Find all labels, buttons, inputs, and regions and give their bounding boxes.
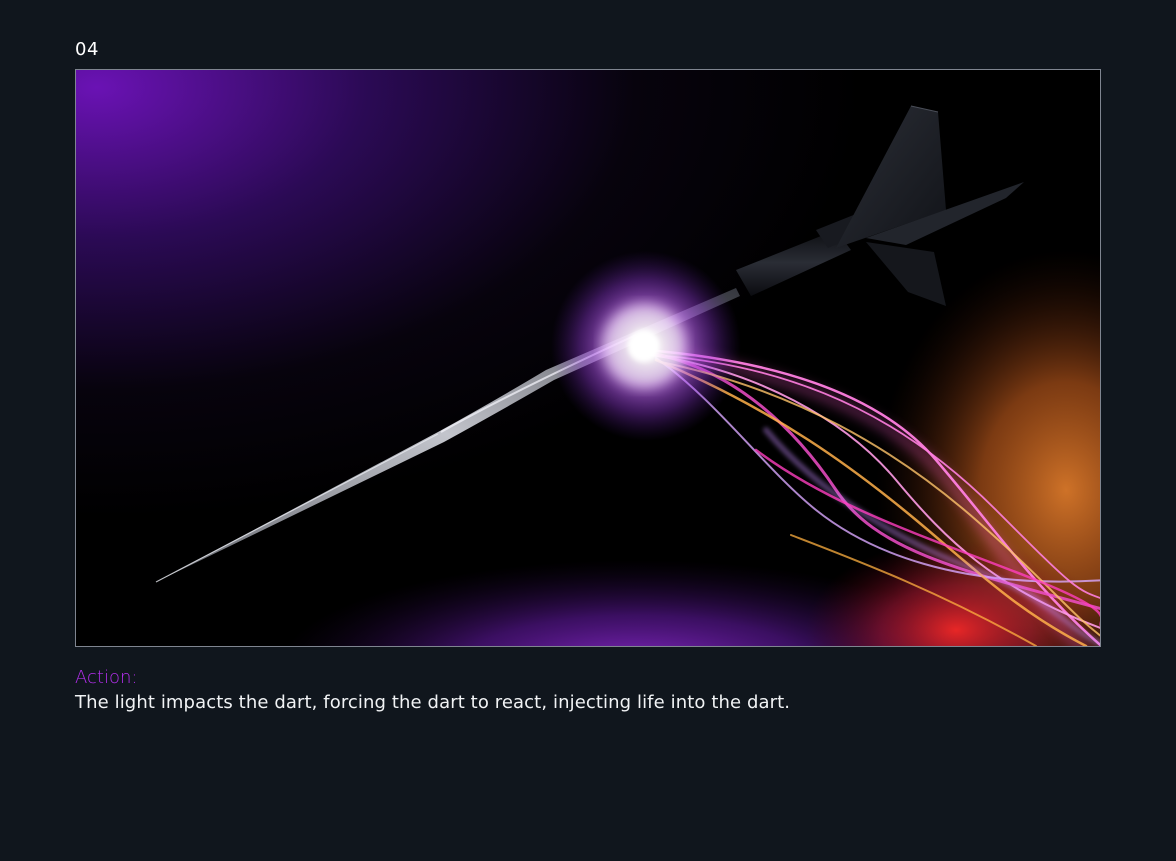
action-label: Action:	[75, 667, 138, 688]
frame-number: 04	[75, 39, 99, 60]
dart-illustration	[76, 70, 1100, 646]
light-orb	[551, 251, 741, 441]
storyboard-page: 04 Action: The light impacts the dart, f…	[0, 0, 1176, 861]
action-description: The light impacts the dart, forcing the …	[75, 692, 791, 713]
storyboard-frame-image	[75, 69, 1101, 647]
